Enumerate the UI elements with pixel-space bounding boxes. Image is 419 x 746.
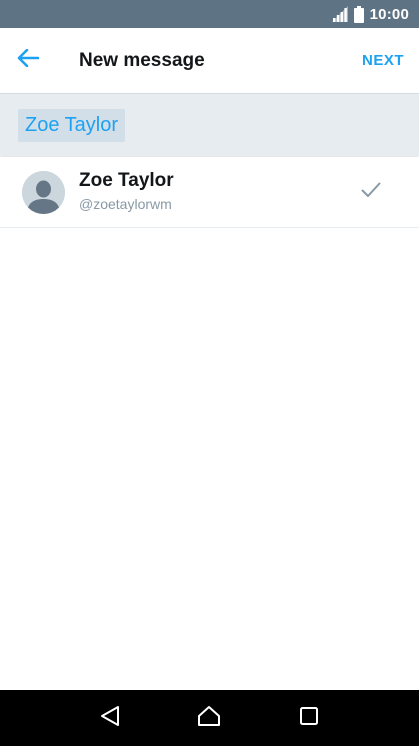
recipient-field[interactable]: Zoe Taylor xyxy=(0,93,419,156)
battery-icon xyxy=(353,5,364,23)
back-button[interactable] xyxy=(0,28,56,93)
status-bar: 10:00 xyxy=(0,0,419,28)
back-triangle-icon xyxy=(100,705,120,732)
system-nav-bar xyxy=(0,690,419,746)
nav-back-button[interactable] xyxy=(90,698,130,738)
signal-icon xyxy=(331,6,348,22)
recents-square-icon xyxy=(299,706,319,731)
user-name: Zoe Taylor xyxy=(79,170,174,191)
next-button[interactable]: NEXT xyxy=(362,52,404,69)
user-result-row[interactable]: Zoe Taylor @zoetaylorwm xyxy=(0,157,419,228)
app-bar: New message NEXT xyxy=(0,28,419,93)
back-arrow-icon xyxy=(17,48,40,72)
nav-home-button[interactable] xyxy=(189,698,229,738)
checkmark-icon xyxy=(361,182,381,203)
recipient-chip[interactable]: Zoe Taylor xyxy=(18,108,126,142)
home-icon xyxy=(197,705,221,732)
screen: 10:00 New message NEXT Zoe Taylor Zoe Ta… xyxy=(0,0,419,746)
user-info: Zoe Taylor @zoetaylorwm xyxy=(79,170,361,214)
status-time: 10:00 xyxy=(369,5,409,23)
user-handle: @zoetaylorwm xyxy=(79,196,172,212)
page-title: New message xyxy=(79,49,205,71)
nav-recents-button[interactable] xyxy=(289,698,329,738)
default-avatar-icon xyxy=(22,170,65,214)
